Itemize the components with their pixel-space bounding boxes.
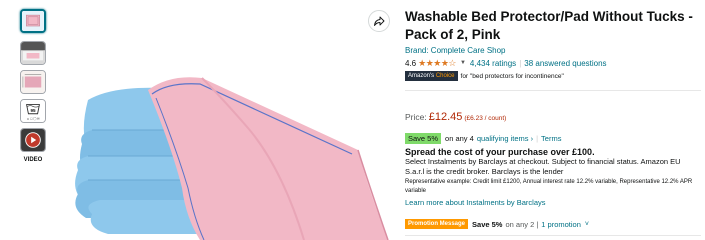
promotion-save: Save 5% (472, 219, 503, 229)
ratings-count-link[interactable]: 4,434 ratings (470, 59, 516, 68)
pad-thumbnail-image (22, 11, 44, 31)
thumbnail-video[interactable] (20, 128, 46, 152)
save-badge: Save 5% (405, 133, 442, 144)
promotion-link[interactable]: 1 promotion (541, 220, 581, 229)
bed-thumbnail-image (21, 42, 45, 64)
rating-value: 4.6 (405, 58, 417, 68)
terms-link[interactable]: Terms (541, 134, 561, 143)
brand-link[interactable]: Brand: Complete Care Shop (405, 46, 701, 55)
answered-questions-link[interactable]: 38 answered questions (524, 59, 606, 68)
price-per-unit: (£6.23 / count) (464, 115, 507, 122)
promotion-badge: Promotion Message (405, 219, 469, 229)
choice-keyword: for "bed protectors for incontinence" (460, 72, 564, 80)
divider: | (519, 58, 522, 68)
share-arrow-icon (374, 16, 385, 26)
svg-text:▲ ◻ ◯ ⊠: ▲ ◻ ◯ ⊠ (27, 116, 40, 120)
product-title: Washable Bed Protector/Pad Without Tucks… (405, 9, 693, 42)
save-on-any: on any 4 (445, 134, 474, 143)
video-label: VIDEO (23, 157, 43, 163)
choice-prefix: Amazon's (408, 73, 435, 79)
diagram-thumbnail-image (21, 71, 45, 93)
price-row: Price: £12.45 (£6.23 / count) (405, 111, 701, 123)
learn-more-link[interactable]: Learn more about Instalments by Barclays (405, 198, 701, 207)
star-rating-icon[interactable]: ★★★★☆ (418, 58, 456, 69)
wash-thumbnail-image: 95 ▲ ◻ ◯ ⊠ (21, 100, 45, 122)
divider: | (536, 134, 539, 143)
divider (405, 235, 701, 236)
main-product-image[interactable] (52, 38, 402, 240)
chevron-down-icon[interactable]: ˅ (585, 221, 589, 228)
size-badge: 95 (30, 108, 36, 113)
qualifying-items-link[interactable]: qualifying items › (477, 134, 533, 143)
rating-row: 4.6 ★★★★☆ ▼ 4,434 ratings | 38 answered … (405, 57, 701, 69)
thumbnail-size-diagram[interactable] (20, 70, 46, 94)
bed-pads-illustration (75, 77, 389, 240)
instalments-heading: Spread the cost of your purchase over £1… (405, 147, 595, 157)
divider (405, 90, 701, 91)
chevron-down-icon[interactable]: ▼ (460, 60, 466, 66)
amazons-choice-row: Amazon's Choice for "bed protectors for … (405, 71, 701, 81)
price-amount: £12.45 (428, 111, 463, 123)
thumbnail-bed-view[interactable] (20, 41, 46, 65)
savings-row: Save 5% on any 4 qualifying items › | Te… (405, 133, 701, 144)
amazons-choice-badge[interactable]: Amazon's Choice (405, 71, 458, 81)
thumbnail-wash-info[interactable]: 95 ▲ ◻ ◯ ⊠ (20, 99, 46, 123)
representative-example: Representative example: Credit limit £12… (405, 179, 693, 194)
promotion-row: Promotion Message Save 5% on any 2 | 1 p… (405, 219, 701, 229)
promotion-on-any: on any 2 | (505, 219, 539, 229)
product-info: Washable Bed Protector/Pad Without Tucks… (405, 0, 701, 236)
instalments-body: Select Instalments by Barclays at checko… (405, 157, 681, 176)
share-button[interactable] (368, 10, 390, 32)
choice-suffix: Choice (435, 73, 455, 79)
play-icon (21, 129, 45, 151)
price-label: Price: (405, 112, 427, 122)
thumbnail-pink-pad[interactable] (20, 9, 46, 33)
